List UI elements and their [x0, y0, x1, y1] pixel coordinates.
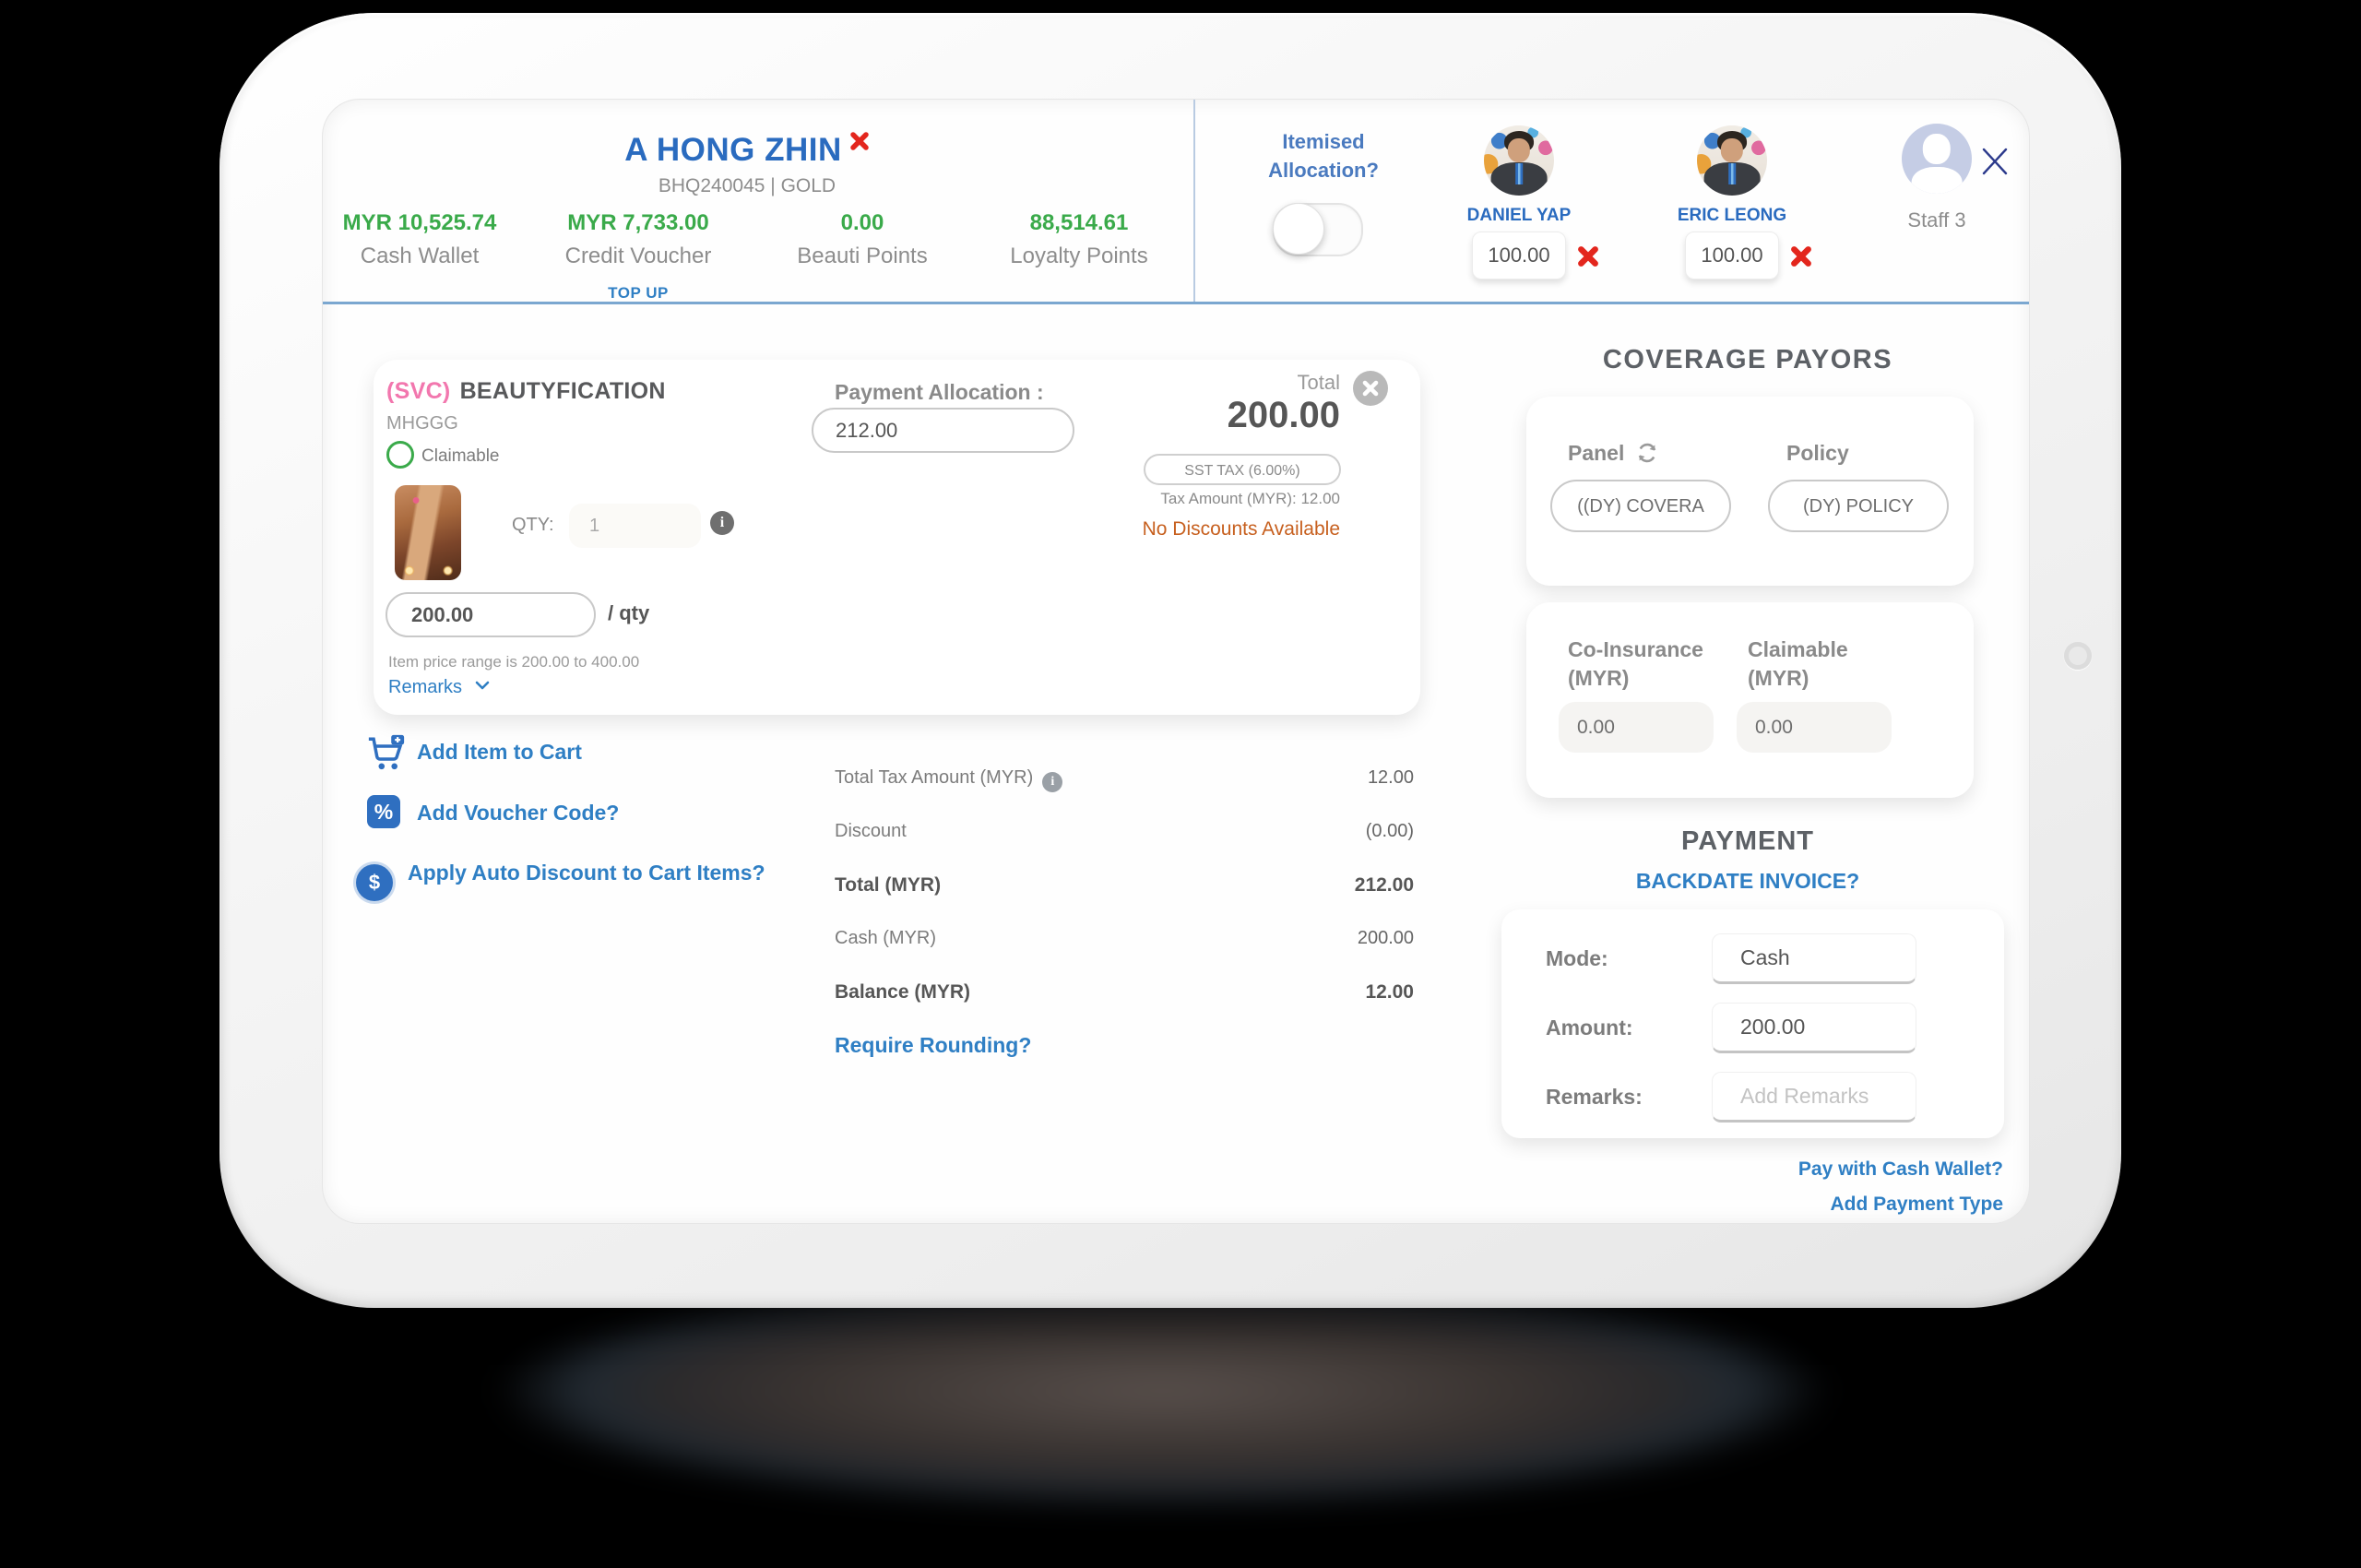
stat-value: 88,514.61 — [968, 210, 1190, 236]
remove-item-button[interactable] — [1353, 371, 1388, 406]
tablet-shadow — [304, 1282, 2020, 1568]
co-insurance-input[interactable] — [1559, 702, 1714, 753]
payment-amount-input[interactable] — [1712, 1003, 1916, 1053]
policy-label: Policy — [1786, 441, 1849, 466]
stat-loyalty-points: 88,514.61 Loyalty Points — [968, 210, 1190, 269]
payment-remarks-label: Remarks: — [1546, 1085, 1643, 1110]
tablet-frame: A HONG ZHIN BHQ240045 | GOLD MYR 10,525.… — [219, 13, 2121, 1308]
add-voucher-code-link[interactable]: Add Voucher Code? — [417, 801, 619, 826]
payment-title: PAYMENT — [1517, 826, 1978, 857]
top-up-link[interactable]: TOP UP — [528, 284, 749, 303]
co-insurance-label: Co-Insurance (MYR) — [1568, 636, 1725, 693]
stat-cash-wallet: MYR 10,525.74 Cash Wallet — [323, 210, 530, 269]
item-image — [395, 485, 461, 580]
item-name: BEAUTYFICATION — [460, 378, 666, 404]
unit-price-input[interactable] — [386, 592, 596, 637]
remarks-toggle[interactable]: Remarks — [388, 677, 490, 698]
qty-input[interactable] — [569, 504, 701, 548]
header-vertical-divider — [1193, 100, 1195, 302]
add-to-cart-icon — [367, 734, 406, 776]
close-icon[interactable] — [1977, 144, 2012, 184]
add-payment-type-link[interactable]: Add Payment Type — [1614, 1194, 2003, 1216]
stat-beauti-points: 0.00 Beauti Points — [752, 210, 973, 269]
customer-block: A HONG ZHIN — [553, 131, 941, 169]
item-total-value: 200.00 — [1100, 395, 1340, 436]
summary-row-balance: Balance (MYR) 12.00 — [835, 981, 1414, 1007]
policy-select[interactable]: (DY) POLICY — [1768, 480, 1949, 532]
stat-value: MYR 7,733.00 — [528, 210, 749, 236]
customer-name: A HONG ZHIN — [624, 132, 842, 169]
staff-amount-input[interactable] — [1685, 232, 1779, 279]
remove-staff-icon[interactable] — [1790, 245, 1812, 272]
discount-badge-icon: $ — [356, 864, 393, 901]
staff-name: ERIC LEONG — [1649, 206, 1815, 226]
coverage-panel-card: Panel Policy ((DY) COVERA (DY) POLICY — [1526, 397, 1974, 586]
per-qty-label: / qty — [608, 601, 649, 625]
item-title: (SVC) BEAUTYFICATION — [386, 378, 666, 405]
tax-badge: SST TAX (6.00%) — [1144, 454, 1341, 485]
avatar-eric-leong[interactable] — [1697, 125, 1767, 196]
staff-name: DANIEL YAP — [1436, 206, 1602, 226]
claimable-radio[interactable] — [386, 441, 414, 469]
item-sku: MHGGG — [386, 413, 458, 434]
pay-with-cash-wallet-link[interactable]: Pay with Cash Wallet? — [1614, 1158, 2003, 1181]
payment-remarks-input[interactable] — [1712, 1072, 1916, 1123]
staff-name: Staff 3 — [1854, 208, 2020, 232]
price-range-note: Item price range is 200.00 to 400.00 — [388, 653, 639, 671]
qty-info-icon[interactable]: i — [710, 511, 734, 535]
item-category: (SVC) — [386, 378, 451, 404]
panel-label: Panel — [1568, 441, 1624, 466]
app-screen: A HONG ZHIN BHQ240045 | GOLD MYR 10,525.… — [323, 100, 2029, 1223]
stat-value: 0.00 — [752, 210, 973, 236]
payment-allocation-label: Payment Allocation : — [835, 380, 1044, 405]
avatar-daniel-yap[interactable] — [1484, 125, 1554, 196]
summary-row-tax: Total Tax Amount (MYR)i 12.00 — [835, 767, 1414, 793]
stat-credit-voucher: MYR 7,733.00 Credit Voucher — [528, 210, 749, 269]
backdate-invoice-link[interactable]: BACKDATE INVOICE? — [1517, 869, 1978, 894]
insurance-card: Co-Insurance (MYR) Claimable (MYR) — [1526, 602, 1974, 798]
tax-info-icon[interactable]: i — [1042, 772, 1062, 792]
customer-code: BHQ240045 | GOLD — [553, 175, 941, 197]
apply-auto-discount-link[interactable]: $Apply Auto Discount to Cart Items? — [356, 854, 789, 901]
refresh-icon[interactable] — [1635, 441, 1659, 469]
chevron-down-icon — [475, 681, 490, 691]
summary-row-total: Total (MYR) 212.00 — [835, 874, 1414, 900]
stat-label: Beauti Points — [752, 244, 973, 269]
toggle-knob — [1273, 203, 1324, 255]
summary-row-cash: Cash (MYR) 200.00 — [835, 928, 1414, 954]
stat-label: Credit Voucher — [528, 244, 749, 269]
panel-select[interactable]: ((DY) COVERA — [1550, 480, 1731, 532]
voucher-percent-icon: % — [367, 795, 400, 828]
coverage-payors-title: COVERAGE PAYORS — [1517, 345, 1978, 375]
stat-label: Cash Wallet — [323, 244, 530, 269]
payment-mode-input[interactable] — [1712, 933, 1916, 984]
claimable-amount-label: Claimable (MYR) — [1748, 636, 1904, 693]
order-summary: Total Tax Amount (MYR)i 12.00 Discount (… — [835, 767, 1414, 1035]
itemised-allocation-toggle[interactable] — [1273, 203, 1363, 256]
summary-row-discount: Discount (0.00) — [835, 821, 1414, 847]
mode-label: Mode: — [1546, 946, 1608, 971]
stat-label: Loyalty Points — [968, 244, 1190, 269]
remove-customer-icon[interactable] — [849, 131, 870, 156]
cart-item-card: (SVC) BEAUTYFICATION MHGGG Claimable Paym… — [374, 360, 1420, 715]
require-rounding-link[interactable]: Require Rounding? — [835, 1033, 1031, 1058]
itemised-allocation-label: Itemised Allocation? — [1231, 127, 1416, 184]
tablet-camera — [2064, 642, 2092, 670]
avatar-staff-3-placeholder[interactable] — [1902, 124, 1972, 194]
add-item-to-cart-link[interactable]: Add Item to Cart — [417, 740, 582, 765]
tax-amount-note: Tax Amount (MYR): 12.00 — [1100, 490, 1340, 508]
payment-card: Mode: Amount: Remarks: — [1501, 909, 2004, 1138]
item-total-label: Total — [1183, 371, 1340, 395]
staff-amount-input[interactable] — [1472, 232, 1566, 279]
stat-value: MYR 10,525.74 — [323, 210, 530, 236]
amount-label: Amount: — [1546, 1016, 1633, 1040]
payment-allocation-input[interactable] — [812, 408, 1074, 453]
claimable-label: Claimable — [421, 446, 499, 467]
header-horizontal-divider — [323, 302, 2029, 304]
qty-label: QTY: — [512, 515, 554, 536]
claimable-amount-input[interactable] — [1737, 702, 1892, 753]
remove-staff-icon[interactable] — [1577, 245, 1599, 272]
no-discount-note: No Discounts Available — [1063, 518, 1340, 540]
